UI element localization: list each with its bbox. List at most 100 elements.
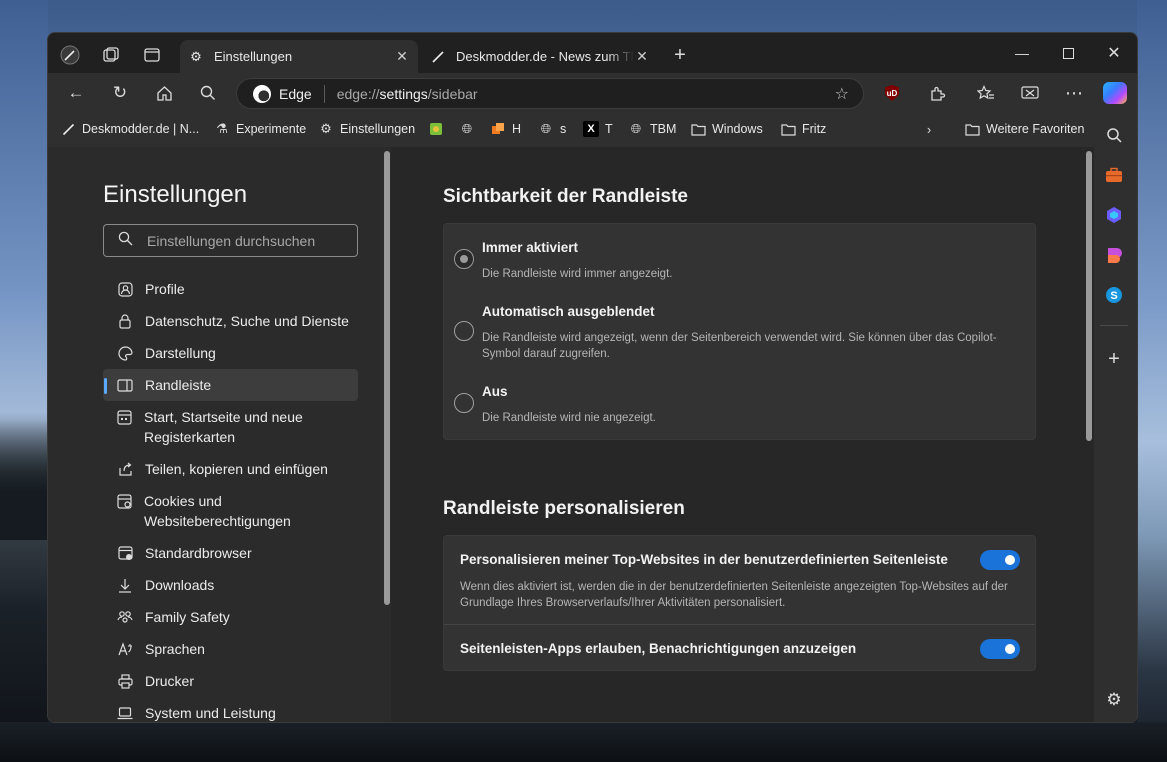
orange-app-icon: [490, 121, 506, 137]
edge-sidebar: S + ⚙: [1092, 113, 1137, 722]
favorite-h[interactable]: H: [490, 121, 521, 137]
language-icon: [117, 639, 133, 659]
sidebar-item-appearance[interactable]: Darstellung: [103, 337, 358, 369]
sidebar-item-downloads[interactable]: Downloads: [103, 569, 358, 601]
home-icon[interactable]: [150, 79, 178, 107]
sidebar-skype-icon[interactable]: S: [1103, 284, 1125, 306]
sidebar-item-printers[interactable]: Drucker: [103, 665, 358, 697]
top-sites-setting-title: Personalisieren meiner Top-Websites in d…: [460, 552, 948, 567]
vertical-tabs-icon[interactable]: [140, 43, 164, 67]
close-icon[interactable]: ✕: [634, 48, 650, 65]
address-bar[interactable]: Edge edge://settings/sidebar ☆: [236, 78, 864, 109]
sidebar-separator: [1100, 325, 1128, 326]
favorite-tbm[interactable]: 🌐︎ TBM: [628, 121, 677, 137]
sidebar-copilot-icon[interactable]: [1103, 204, 1125, 226]
globe-icon: 🌐︎: [630, 121, 642, 136]
row-separator: [444, 624, 1035, 625]
favorite-globe-1[interactable]: 🌐︎: [459, 121, 481, 137]
visibility-card: Immer aktiviert Die Randleiste wird imme…: [443, 223, 1036, 440]
desktop-wallpaper-trees: [0, 420, 48, 540]
flask-icon: ⚗: [216, 121, 228, 136]
search-icon[interactable]: [194, 79, 222, 107]
page-title: Einstellungen: [103, 181, 248, 208]
radio-auto-hide[interactable]: [454, 321, 474, 341]
settings-nav: Einstellungen Einstellungen durchsuchen …: [48, 147, 391, 722]
ublock-icon[interactable]: uD: [878, 79, 906, 107]
notifications-setting-title: Seitenleisten-Apps erlauben, Benachricht…: [460, 641, 857, 656]
sidebar-settings-gear-icon[interactable]: ⚙: [1103, 689, 1125, 711]
sidebar-item-system[interactable]: System und Leistung: [103, 697, 358, 722]
edge-label: Edge: [279, 85, 312, 102]
profile-feather-icon[interactable]: [58, 43, 82, 67]
top-sites-toggle[interactable]: [980, 550, 1020, 570]
green-app-icon: [428, 121, 444, 137]
copilot-icon[interactable]: [1101, 79, 1129, 107]
globe-icon: 🌐︎: [461, 121, 473, 136]
favorite-star-icon[interactable]: ☆: [835, 84, 849, 104]
sidebar-search-icon[interactable]: [1103, 124, 1125, 146]
sidebar-add-plus-icon[interactable]: +: [1103, 348, 1125, 370]
tab-deskmodder-label: Deskmodder.de - News zum Thema: [456, 49, 634, 64]
favorite-deskmodder[interactable]: Deskmodder.de | N...: [60, 121, 199, 137]
radio-always[interactable]: [454, 249, 474, 269]
favorite-green-app[interactable]: [428, 121, 450, 137]
extensions-puzzle-icon[interactable]: [923, 79, 951, 107]
favorite-s[interactable]: 🌐︎ s: [538, 121, 566, 137]
close-icon[interactable]: ✕: [394, 48, 410, 65]
sidebar-item-share[interactable]: Teilen, kopieren und einfügen: [103, 453, 358, 485]
refresh-icon[interactable]: ↻: [106, 79, 134, 107]
favorite-einstellungen[interactable]: ⚙ Einstellungen: [318, 121, 415, 137]
sidebar-tools-briefcase-icon[interactable]: [1103, 164, 1125, 186]
share-icon: [117, 459, 133, 479]
sidebar-designer-icon[interactable]: [1103, 244, 1125, 266]
personalize-section-title: Randleiste personalisieren: [443, 498, 685, 519]
search-icon: [118, 231, 133, 250]
lock-icon: [117, 311, 133, 331]
tab-strip: ⚙ Einstellungen ✕ Deskmodder.de - News z…: [48, 33, 1137, 73]
sidebar-item-cookies[interactable]: Cookies und Websiteberechtigungen: [103, 485, 358, 537]
personalize-card: Personalisieren meiner Top-Websites in d…: [443, 535, 1036, 671]
favorites-overflow-chevron-icon[interactable]: ›: [921, 121, 943, 137]
screenshot-icon[interactable]: [1016, 79, 1044, 107]
favorite-experimente[interactable]: ⚗ Experimente: [214, 121, 306, 137]
new-tab-plus-icon[interactable]: +: [668, 43, 692, 67]
favorites-list-icon[interactable]: [972, 79, 1000, 107]
desktop-wallpaper-right: [1137, 0, 1167, 762]
minimize-icon[interactable]: —: [999, 33, 1045, 73]
search-input[interactable]: Einstellungen durchsuchen: [103, 224, 358, 257]
more-menu-icon[interactable]: ⋯: [1060, 79, 1088, 107]
tab-deskmodder[interactable]: Deskmodder.de - News zum Thema ✕: [422, 40, 658, 73]
favorite-folder-more[interactable]: Weitere Favoriten: [964, 121, 1084, 137]
sidebar-item-family-safety[interactable]: Family Safety: [103, 601, 358, 633]
visibility-section-title: Sichtbarkeit der Randleiste: [443, 186, 688, 207]
tab-settings[interactable]: ⚙ Einstellungen ✕: [180, 40, 418, 73]
url-text[interactable]: edge://settings/sidebar: [337, 86, 478, 102]
maximize-icon[interactable]: [1045, 33, 1091, 73]
desktop-wallpaper-bottom: [0, 722, 1167, 762]
settings-main-scrollbar[interactable]: [1086, 151, 1092, 441]
address-separator: [323, 84, 325, 103]
folder-icon: [780, 121, 796, 137]
close-window-icon[interactable]: ✕: [1091, 33, 1137, 73]
workspaces-icon[interactable]: [99, 43, 123, 67]
sidebar-item-start[interactable]: Start, Startseite und neue Registerkarte…: [103, 401, 358, 453]
sidebar-item-default-browser[interactable]: Standardbrowser: [103, 537, 358, 569]
favorite-t[interactable]: X T: [583, 121, 613, 137]
sidebar-item-languages[interactable]: Sprachen: [103, 633, 358, 665]
toolbar: ← ↻ Edge edge://settings/sidebar ☆ uD ⋯: [48, 73, 1137, 113]
notifications-toggle[interactable]: [980, 639, 1020, 659]
radio-off[interactable]: [454, 393, 474, 413]
favorite-folder-windows[interactable]: Windows: [690, 121, 763, 137]
tab-settings-label: Einstellungen: [214, 49, 293, 64]
favorite-folder-fritz[interactable]: Fritz: [780, 121, 826, 137]
browser-window: ⚙ Einstellungen ✕ Deskmodder.de - News z…: [47, 32, 1138, 723]
profile-icon: [117, 279, 133, 299]
svg-text:S: S: [1110, 290, 1117, 302]
settings-nav-scrollbar[interactable]: [384, 151, 390, 605]
back-arrow-icon[interactable]: ←: [62, 79, 90, 107]
home-grid-icon: [117, 407, 132, 427]
sidebar-item-sidebar[interactable]: Randleiste: [103, 369, 358, 401]
page-content: Einstellungen Einstellungen durchsuchen …: [48, 147, 1094, 722]
sidebar-item-profile[interactable]: Profile: [103, 273, 358, 305]
sidebar-item-privacy[interactable]: Datenschutz, Suche und Dienste: [103, 305, 358, 337]
